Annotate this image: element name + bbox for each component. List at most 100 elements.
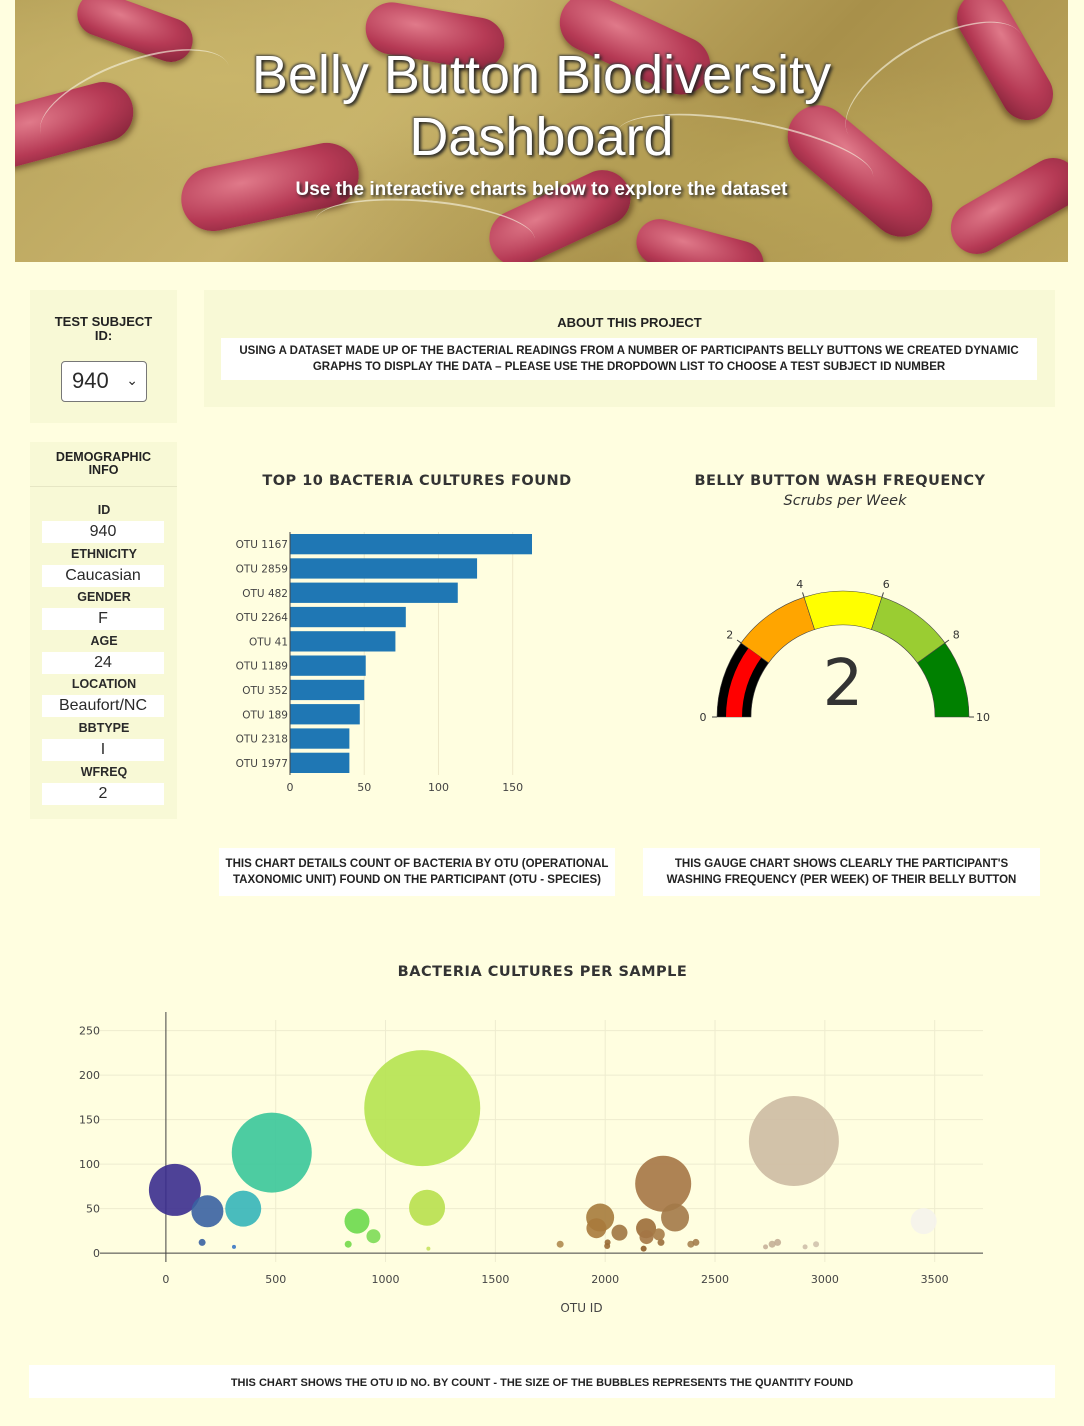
- demographic-label-gender: GENDER: [77, 590, 131, 605]
- gauge-tick: [802, 592, 805, 598]
- gauge-chart-note: THIS GAUGE CHART SHOWS CLEARLY THE PARTI…: [643, 848, 1040, 896]
- bubble-point: [409, 1189, 446, 1226]
- bubble-point: [640, 1245, 647, 1252]
- bar-category-label: OTU 2859: [236, 563, 288, 575]
- bar-chart-note: THIS CHART DETAILS COUNT OF BACTERIA BY …: [219, 848, 615, 896]
- bubble-chart: 0 500 1000 1500 2000 2500 3000 3500 0 50 100 150 200…: [79, 1012, 983, 1315]
- bubble-point: [652, 1228, 665, 1241]
- bubble-point: [198, 1238, 206, 1246]
- bubble-point: [692, 1238, 700, 1246]
- about-text: USING A DATASET MADE UP OF THE BACTERIAL…: [221, 338, 1037, 380]
- bubble-point: [639, 1230, 654, 1245]
- bubble-point: [366, 1229, 381, 1244]
- bar-mark: [290, 534, 532, 555]
- gauge-tick-label: 2: [726, 629, 733, 642]
- bubble-chart-title: BACTERIA CULTURES PER SAMPLE: [397, 964, 688, 980]
- bubble-y-tick-label: 0: [93, 1247, 100, 1260]
- gauge-chart-subtitle: Scrubs per Week: [783, 493, 907, 509]
- bar-category-label: OTU 1977: [236, 758, 288, 770]
- bubble-y-tick-label: 250: [79, 1025, 100, 1038]
- bar-mark: [290, 606, 406, 628]
- demographics-panel: DEMOGRAPHIC INFO ID 940 ETHNICITY Caucasian…: [30, 442, 177, 819]
- demographic-value-ethnicity: Caucasian: [42, 564, 164, 587]
- demographic-label-bbtype: BBTYPE: [78, 721, 130, 735]
- bar-mark: [290, 752, 350, 773]
- bubble-point: [426, 1246, 431, 1251]
- gauge-tick: [736, 639, 742, 644]
- demographic-value-age: 24: [42, 651, 164, 674]
- bar-mark: [290, 679, 365, 701]
- bar-x-tick-label: 150: [502, 781, 523, 794]
- bubble-x-tick-label: 3000: [811, 1273, 839, 1286]
- gauge-tick-label: 0: [700, 711, 707, 724]
- bubble-point: [813, 1241, 820, 1248]
- bar-mark: [290, 558, 478, 579]
- chevron-down-icon: ⌄: [126, 372, 138, 388]
- page-title: Belly Button Biodiversity Dashboard: [15, 44, 1068, 168]
- bubble-x-tick-label: 0: [162, 1273, 169, 1286]
- bar-category-label: OTU 1189: [236, 661, 288, 673]
- bubble-point: [231, 1112, 312, 1193]
- gauge-tick-label: 6: [883, 578, 890, 591]
- bubble-x-tick-label: 2000: [591, 1273, 619, 1286]
- demographic-label-wfreq: WFREQ: [80, 764, 128, 779]
- bar-mark: [290, 631, 396, 652]
- bar-x-tick-label: 50: [357, 781, 371, 794]
- bubble-point: [225, 1190, 262, 1227]
- page-subtitle: Use the interactive charts below to expl…: [295, 179, 788, 200]
- gauge-chart: 0 2 4 6 8 10 2: [700, 578, 991, 724]
- gauge-tick-label: 4: [796, 578, 803, 591]
- bubble-x-tick-label: 1000: [372, 1273, 400, 1286]
- bar-x-tick-label: 100: [428, 781, 449, 794]
- demographic-value-gender: F: [42, 608, 164, 631]
- bubble-point: [763, 1244, 769, 1250]
- bubble-point: [910, 1208, 937, 1235]
- bubble-point: [344, 1240, 352, 1248]
- bar-category-label: OTU 41: [249, 636, 288, 648]
- gauge-band: [803, 590, 883, 630]
- bubble-point: [635, 1155, 692, 1212]
- bar-chart-title: TOP 10 BACTERIA CULTURES FOUND: [262, 473, 572, 489]
- gauge-chart-title: BELLY BUTTON WASH FREQUENCY: [694, 473, 986, 489]
- hero-banner: Belly Button Biodiversity Dashboard Use …: [15, 0, 1068, 262]
- bubble-x-tick-label: 3500: [921, 1273, 949, 1286]
- bubble-point: [802, 1244, 808, 1250]
- subject-id-selected-value: 940: [72, 368, 109, 393]
- bar-mark: [290, 728, 350, 749]
- gauge-tick: [881, 592, 884, 598]
- about-title: ABOUT THIS PROJECT: [557, 315, 702, 330]
- page-title-line1: Belly Button Biodiversity: [251, 45, 832, 105]
- subject-id-select[interactable]: 940 ⌄: [61, 361, 147, 402]
- page-title-line2: Dashboard: [409, 107, 674, 167]
- demographic-label-location: LOCATION: [71, 677, 137, 692]
- bubble-point: [748, 1096, 839, 1186]
- bubble-point: [191, 1195, 224, 1228]
- bubble-x-tick-label: 1500: [481, 1273, 509, 1286]
- bubble-point: [556, 1240, 564, 1248]
- bar-mark: [290, 655, 366, 676]
- bubble-chart-note: THIS CHART SHOWS THE OTU ID NO. BY COUNT…: [29, 1365, 1055, 1398]
- demographic-label-age: AGE: [90, 633, 118, 648]
- gauge-tick-label: 8: [953, 629, 960, 642]
- bubble-point: [344, 1208, 370, 1234]
- bar-category-label: OTU 1167: [236, 539, 288, 551]
- demographics-title: DEMOGRAPHIC INFO: [55, 450, 152, 477]
- bar-category-label: OTU 189: [242, 709, 288, 721]
- bubble-y-tick-label: 150: [79, 1114, 100, 1127]
- selector-label: TEST SUBJECT ID:: [54, 314, 153, 343]
- bar-mark: [290, 582, 458, 603]
- about-panel: ABOUT THIS PROJECT USING A DATASET MADE …: [204, 290, 1055, 407]
- bar-mark: [290, 704, 360, 725]
- demographic-value-bbtype: I: [42, 739, 164, 761]
- bubble-x-tick-label: 500: [265, 1273, 286, 1286]
- demographic-label-id: ID: [97, 503, 111, 517]
- bubble-point: [604, 1239, 611, 1246]
- bubble-point: [231, 1244, 236, 1249]
- demographic-label-ethnicity: ETHNICITY: [71, 546, 137, 561]
- bar-category-label: OTU 2264: [236, 612, 289, 624]
- bubble-x-tick-label: 2500: [701, 1273, 729, 1286]
- gauge-tick-label: 10: [976, 711, 990, 724]
- bubble-point: [661, 1203, 690, 1232]
- bubble-point: [611, 1224, 628, 1241]
- bubble-y-tick-label: 100: [79, 1158, 100, 1171]
